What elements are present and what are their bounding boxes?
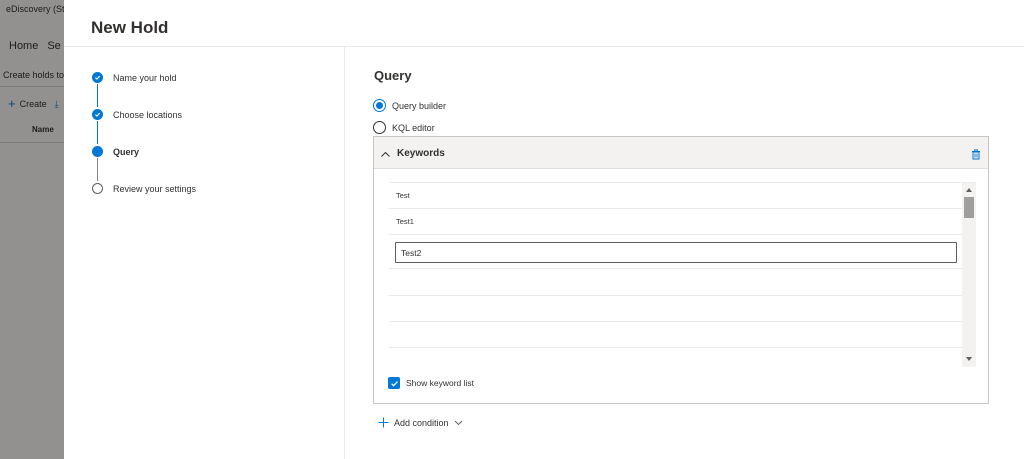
radio-label: KQL editor [392,122,435,133]
keywords-card: Keywords Test Test1 Show keyword list [373,136,989,404]
scroll-up-icon[interactable] [966,188,972,192]
step-choose-locations[interactable]: Choose locations [92,109,182,120]
wizard-steps: Name your hold Choose locations Query Re… [64,47,345,459]
add-condition-label: Add condition [394,417,449,428]
current-step-icon [92,146,103,157]
scroll-thumb[interactable] [964,197,974,218]
keyword-list: Test Test1 [389,182,976,367]
radio-selected-icon [373,99,386,112]
keyword-text: Test1 [396,217,414,226]
checkbox-checked-icon [388,377,400,389]
plus-icon [378,417,389,428]
chevron-up-icon[interactable] [380,147,391,165]
radio-label: Query builder [392,100,447,111]
check-icon [92,109,103,120]
step-name-your-hold[interactable]: Name your hold [92,72,177,83]
keyword-row[interactable]: Test [389,183,962,209]
panel-title: New Hold [91,18,169,37]
step-review-settings[interactable]: Review your settings [92,183,196,194]
keyword-row [389,322,962,348]
keywords-header[interactable]: Keywords [374,137,988,169]
new-hold-panel: New Hold Name your hold Choose locations… [64,0,1024,459]
chevron-down-icon [454,420,462,426]
radio-kql-editor[interactable]: KQL editor [373,121,435,134]
keyword-row [389,296,962,322]
step-label: Name your hold [113,72,177,83]
pending-step-icon [92,183,103,194]
step-connector [97,84,98,107]
scroll-down-icon[interactable] [966,357,972,361]
keyword-text: Test [396,191,410,200]
checkbox-label: Show keyword list [406,378,475,388]
show-keyword-list-checkbox[interactable]: Show keyword list [388,377,474,389]
step-label: Query [113,146,140,157]
step-connector [97,121,98,144]
add-condition-button[interactable]: Add condition [378,417,463,428]
step-query[interactable]: Query [92,146,139,157]
section-title: Query [374,68,412,83]
step-label: Choose locations [113,109,183,120]
step-label: Review your settings [113,183,197,194]
step-connector [97,158,98,181]
keywords-title: Keywords [397,148,445,159]
radio-unselected-icon [373,121,386,134]
keyword-row[interactable]: Test1 [389,209,962,235]
keyword-row [389,269,962,296]
check-icon [92,72,103,83]
keyword-list-scrollbar[interactable] [962,183,976,367]
radio-query-builder[interactable]: Query builder [373,99,446,112]
delete-icon[interactable] [971,147,981,165]
keyword-row [389,235,962,269]
